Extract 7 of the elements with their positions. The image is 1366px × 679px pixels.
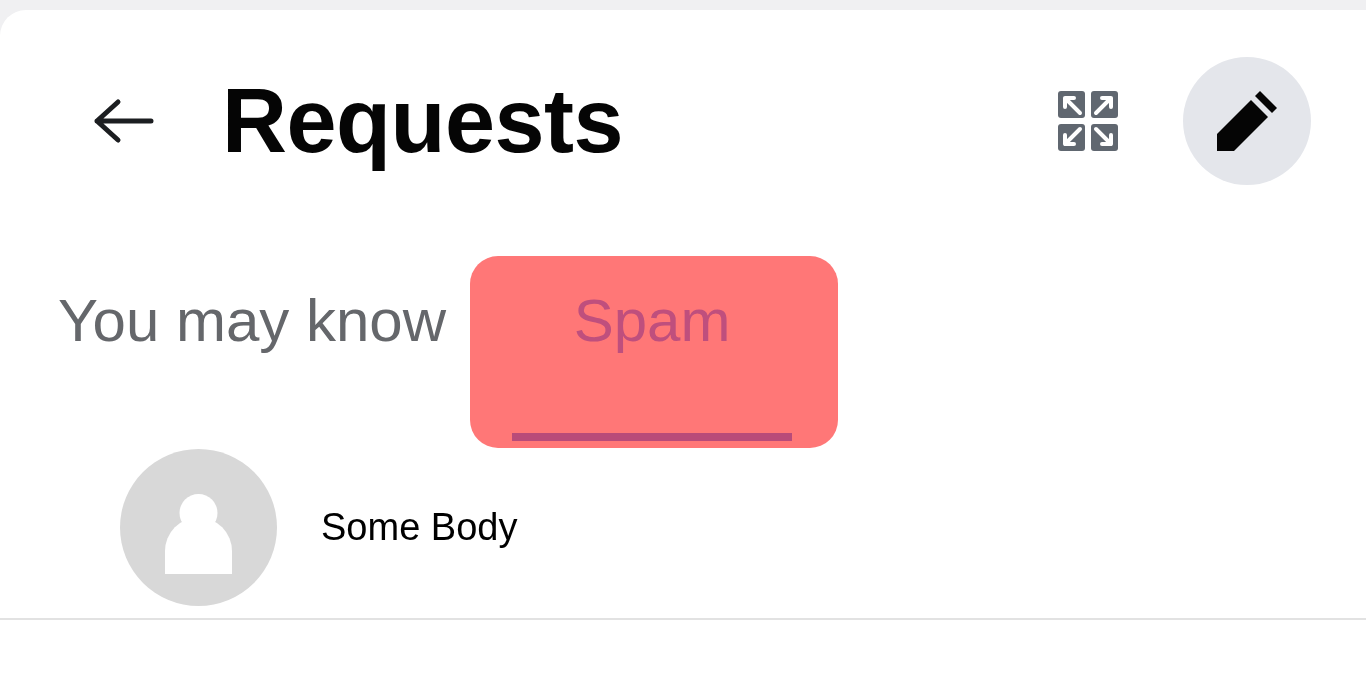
back-arrow-icon[interactable] <box>92 96 155 145</box>
page-title: Requests <box>222 69 624 173</box>
avatar-icon <box>120 449 277 606</box>
request-row[interactable]: Some Body <box>0 449 1366 620</box>
contact-name: Some Body <box>321 505 518 550</box>
expand-icon[interactable] <box>1058 90 1118 151</box>
tab[interactable]: You may know <box>58 286 446 441</box>
